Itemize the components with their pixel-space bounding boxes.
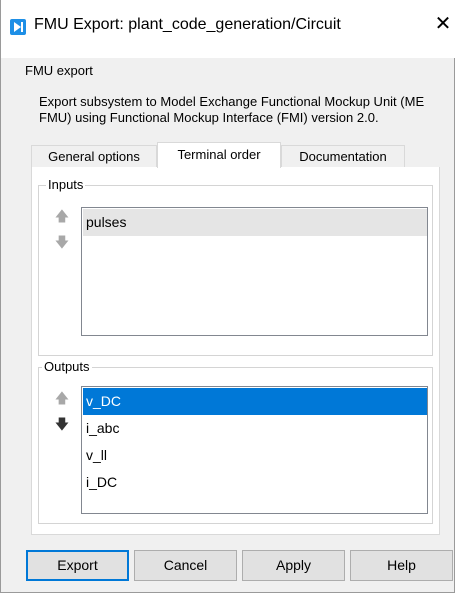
window-title: FMU Export: plant_code_generation/Circui…	[34, 16, 341, 33]
inputs-move-down-icon[interactable]: 🡇	[53, 233, 71, 251]
cancel-button[interactable]: Cancel	[134, 550, 237, 581]
tab-terminal-order[interactable]: Terminal order	[157, 142, 281, 168]
export-button[interactable]: Export	[26, 550, 129, 581]
fmu-export-group-label: FMU export	[23, 63, 95, 78]
close-icon[interactable]: ✕	[433, 14, 453, 34]
list-item[interactable]: pulses	[83, 209, 427, 236]
list-item[interactable]: i_abc	[83, 415, 427, 442]
inputs-group-label: Inputs	[46, 177, 86, 192]
inputs-list[interactable]: pulses	[81, 207, 428, 336]
tab-general-options[interactable]: General options	[31, 145, 157, 167]
fmu-export-dialog: FMU Export: plant_code_generation/Circui…	[0, 0, 456, 593]
app-icon	[10, 19, 26, 35]
tab-documentation[interactable]: Documentation	[281, 145, 405, 167]
outputs-list[interactable]: v_DC i_abc v_ll i_DC	[81, 386, 428, 514]
list-item[interactable]: i_DC	[83, 469, 427, 496]
list-item[interactable]: v_DC	[83, 388, 427, 415]
list-item[interactable]: v_ll	[83, 442, 427, 469]
outputs-move-up-icon[interactable]: 🡅	[53, 389, 71, 407]
help-button[interactable]: Help	[350, 550, 453, 581]
outputs-move-down-icon[interactable]: 🡇	[53, 415, 71, 433]
outputs-group-label: Outputs	[42, 359, 92, 374]
fmu-export-description: Export subsystem to Model Exchange Funct…	[39, 94, 425, 125]
apply-button[interactable]: Apply	[242, 550, 345, 581]
terminal-order-panel: Inputs 🡅 🡇 pulses Outputs 🡅 🡇 v_DC i_abc…	[31, 167, 440, 535]
inputs-move-up-icon[interactable]: 🡅	[53, 207, 71, 225]
title-bar[interactable]: FMU Export: plant_code_generation/Circui…	[1, 0, 456, 58]
